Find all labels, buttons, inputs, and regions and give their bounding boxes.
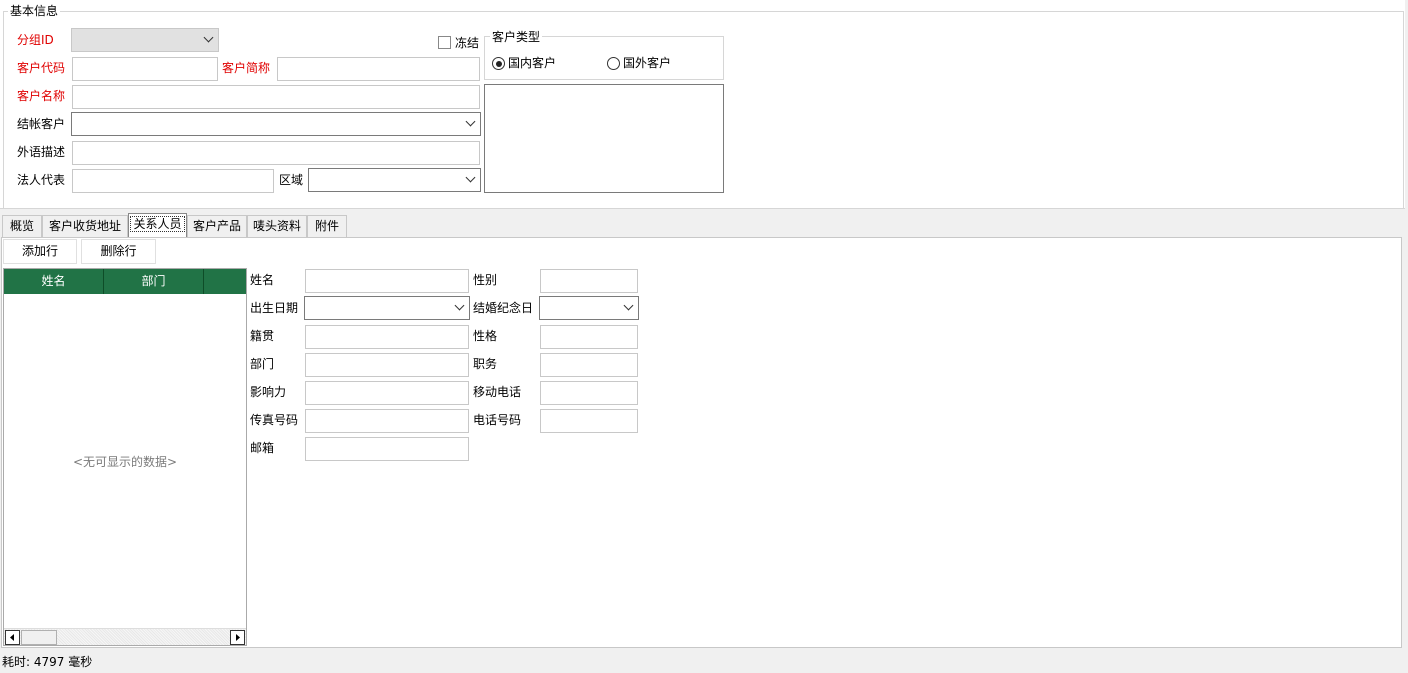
settle-customer-combo[interactable] — [71, 112, 481, 136]
contacts-grid[interactable]: 姓名 部门 职 <无可显示的数据> — [3, 268, 247, 646]
settle-customer-label: 结帐客户 — [17, 117, 66, 131]
customer-short-input[interactable] — [277, 57, 480, 81]
chevron-down-icon — [203, 32, 214, 43]
arrow-right-icon — [236, 634, 240, 641]
department-label: 部门 — [250, 357, 275, 371]
foreign-radio[interactable] — [607, 57, 620, 70]
customer-name-input[interactable] — [72, 85, 480, 109]
scroll-thumb[interactable] — [21, 630, 57, 645]
tab-attachments[interactable]: 附件 — [307, 215, 347, 237]
chevron-down-icon — [454, 300, 465, 311]
mobile-label: 移动电话 — [473, 385, 522, 399]
birthday-label: 出生日期 — [250, 301, 299, 315]
gender-label: 性别 — [473, 273, 498, 287]
department-input[interactable] — [305, 353, 469, 377]
influence-input[interactable] — [305, 381, 469, 405]
grid-empty-text: <无可显示的数据> — [72, 455, 178, 469]
customer-short-label: 客户简称 — [222, 61, 271, 75]
tab-contacts[interactable]: 关系人员 — [128, 213, 187, 237]
basic-info-title: 基本信息 — [8, 0, 61, 22]
phone-label: 电话号码 — [473, 413, 522, 427]
foreign-desc-label: 外语描述 — [17, 145, 66, 159]
add-row-button[interactable]: 添加行 — [3, 239, 77, 264]
character-label: 性格 — [473, 329, 498, 343]
native-place-input[interactable] — [305, 325, 469, 349]
fax-label: 传真号码 — [250, 413, 299, 427]
contact-name-label: 姓名 — [250, 273, 275, 287]
mobile-input[interactable] — [540, 381, 638, 405]
tab-shipping-marks[interactable]: 唛头资料 — [247, 215, 307, 237]
arrow-left-icon — [10, 634, 14, 641]
influence-label: 影响力 — [250, 385, 287, 399]
tab-delivery-address[interactable]: 客户收货地址 — [42, 215, 128, 237]
position-input[interactable] — [540, 353, 638, 377]
customer-name-label: 客户名称 — [17, 89, 66, 103]
foreign-desc-input[interactable] — [72, 141, 480, 165]
status-bar: 耗时: 4797 毫秒 — [0, 651, 1408, 673]
tab-customer-products[interactable]: 客户产品 — [187, 215, 247, 237]
grid-col-name[interactable]: 姓名 — [4, 269, 104, 294]
grid-col-department[interactable]: 部门 — [104, 269, 204, 294]
group-id-combo[interactable] — [71, 28, 219, 52]
fax-input[interactable] — [305, 409, 469, 433]
birthday-picker[interactable] — [304, 296, 470, 320]
customer-type-title: 客户类型 — [490, 26, 543, 48]
scroll-right-button[interactable] — [230, 630, 245, 645]
scroll-left-button[interactable] — [5, 630, 20, 645]
region-label: 区域 — [279, 173, 304, 187]
grid-hscrollbar[interactable] — [4, 628, 246, 645]
legal-rep-input[interactable] — [72, 169, 274, 193]
email-input[interactable] — [305, 437, 469, 461]
chevron-down-icon — [465, 116, 476, 127]
wedding-day-label: 结婚纪念日 — [473, 301, 534, 315]
customer-code-input[interactable] — [72, 57, 218, 81]
position-label: 职务 — [473, 357, 498, 371]
customer-code-label: 客户代码 — [17, 61, 66, 75]
chevron-down-icon — [465, 172, 476, 183]
freeze-checkbox[interactable] — [438, 36, 451, 49]
legal-rep-label: 法人代表 — [17, 173, 66, 187]
contact-name-input[interactable] — [305, 269, 469, 293]
delete-row-button[interactable]: 删除行 — [81, 239, 156, 264]
grid-header: 姓名 部门 职 — [4, 269, 246, 294]
native-place-label: 籍贯 — [250, 329, 275, 343]
group-id-label: 分组ID — [17, 33, 54, 47]
phone-input[interactable] — [540, 409, 638, 433]
gender-input[interactable] — [540, 269, 638, 293]
freeze-label: 冻结 — [455, 36, 480, 50]
grid-col-position[interactable]: 职 — [204, 269, 246, 294]
email-label: 邮箱 — [250, 441, 275, 455]
wedding-day-picker[interactable] — [539, 296, 639, 320]
region-combo[interactable] — [308, 168, 481, 192]
elapsed-time: 耗时: 4797 毫秒 — [2, 655, 93, 669]
tab-overview[interactable]: 概览 — [2, 215, 42, 237]
foreign-label: 国外客户 — [623, 56, 672, 70]
chevron-down-icon — [623, 300, 634, 311]
remark-textarea[interactable] — [484, 84, 724, 193]
domestic-label: 国内客户 — [508, 56, 557, 70]
character-input[interactable] — [540, 325, 638, 349]
domestic-radio[interactable] — [492, 57, 505, 70]
basic-info-panel: 基本信息 分组ID 冻结 客户代码 客户简称 客户名称 结帐客户 外语描述 法人… — [0, 0, 1405, 209]
